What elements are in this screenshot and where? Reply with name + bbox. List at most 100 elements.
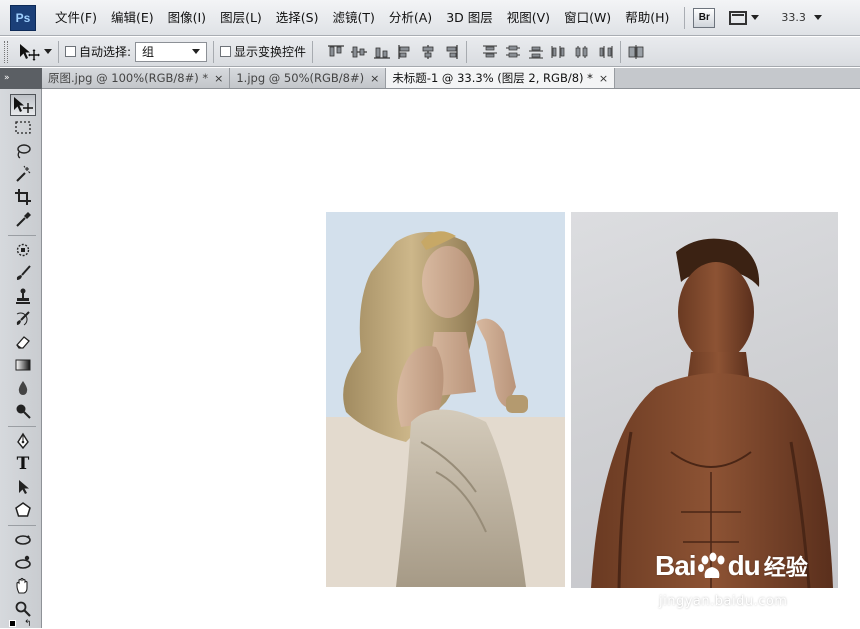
photo-layer-man[interactable] [571,212,838,588]
options-divider [466,40,468,63]
magic-wand-tool[interactable] [10,163,36,185]
path-select-arrow-icon [19,480,29,494]
blur-drop-icon [18,381,28,395]
menu-window[interactable]: 窗口(W) [557,7,618,29]
tab-label: 未标题-1 @ 33.3% (图层 2, RGB/8) * [392,71,593,85]
foreground-color-swatch[interactable] [9,620,16,627]
path-selection-tool[interactable] [10,476,36,498]
dodge-tool[interactable] [10,400,36,422]
tab-untitled-1[interactable]: 未标题-1 @ 33.3% (图层 2, RGB/8) * × [386,68,616,88]
man-photo-image [591,238,833,588]
close-icon[interactable]: × [214,72,223,85]
auto-select-target-select[interactable]: 组 [135,41,208,62]
photoshop-logo-icon: Ps [10,4,36,31]
checkbox-box[interactable] [65,46,76,57]
options-bar-grip[interactable] [4,40,8,63]
align-top-edges-icon[interactable] [327,44,345,60]
zoom-level-field[interactable]: 33.3 [781,11,822,24]
auto-select-checkbox[interactable]: 自动选择: [65,43,131,60]
lasso-tool[interactable] [10,140,36,162]
distribute-top-icon[interactable] [481,44,499,60]
baidu-jingyan-watermark: Bai du 经验 jingyan.baidu.com [655,536,855,616]
watermark-brand-right: du [727,550,761,581]
magic-wand-icon [16,165,31,182]
gradient-icon [15,359,31,371]
tab-original-jpg[interactable]: 原图.jpg @ 100%(RGB/8#) * × [42,68,231,88]
pen-tool[interactable] [10,430,36,452]
distribute-vertical-centers-icon[interactable] [504,44,522,60]
options-bar: 自动选择: 组 显示变换控件 [0,37,860,67]
toolbox: T ↰ [0,89,42,629]
gradient-tool[interactable] [10,354,36,376]
menu-3d-layer[interactable]: 3D 图层 [439,7,500,29]
watermark-brand-left: Bai [655,550,697,581]
photo-layer-woman[interactable] [326,212,565,587]
distribute-right-icon[interactable] [596,44,614,60]
toolbox-divider [8,525,36,526]
marquee-tool[interactable] [10,117,36,139]
zoom-tool[interactable] [10,598,36,620]
3d-orbit-tool[interactable] [10,552,36,574]
brush-tool[interactable] [10,262,36,284]
3d-rotate-tool[interactable] [10,529,36,551]
align-buttons [327,44,460,60]
align-bottom-edges-icon[interactable] [373,44,391,60]
pen-nib-icon [17,432,29,450]
distribute-horizontal-centers-icon[interactable] [573,44,591,60]
menu-select[interactable]: 选择(S) [269,7,326,29]
menu-items: 文件(F) 编辑(E) 图像(I) 图层(L) 选择(S) 滤镜(T) 分析(A… [48,7,676,29]
menu-view[interactable]: 视图(V) [500,7,557,29]
align-right-edges-icon[interactable] [442,44,460,60]
checkbox-box[interactable] [220,46,232,57]
document-canvas[interactable]: Bai du 经验 jingyan.baidu.com [43,90,860,628]
show-transform-controls-checkbox[interactable]: 显示变换控件 [220,43,306,60]
document-tabs: 原图.jpg @ 100%(RGB/8#) * × 1.jpg @ 50%(RG… [42,68,860,89]
spot-healing-tool[interactable] [10,239,36,261]
options-divider [213,40,215,63]
menu-help[interactable]: 帮助(H) [618,7,676,29]
eyedropper-icon [16,212,31,227]
close-icon[interactable]: × [599,72,608,85]
auto-select-target-value: 组 [142,45,155,59]
crop-icon [15,189,31,205]
menu-filter[interactable]: 滤镜(T) [325,7,381,29]
blur-tool[interactable] [10,377,36,399]
color-swatches[interactable]: ↰ [6,619,38,629]
align-left-edges-icon[interactable] [396,44,414,60]
eyedropper-tool[interactable] [10,209,36,231]
move-tool[interactable] [10,94,36,116]
type-tool[interactable]: T [10,453,36,475]
crop-tool[interactable] [10,186,36,208]
auto-align-layers-icon[interactable] [627,44,645,60]
tab-label: 1.jpg @ 50%(RGB/8#) [236,71,365,85]
history-brush-tool[interactable] [10,308,36,330]
menu-layer[interactable]: 图层(L) [213,7,269,29]
bridge-button[interactable]: Br [693,7,716,28]
hand-tool[interactable] [10,575,36,597]
tab-label: 原图.jpg @ 100%(RGB/8#) * [48,71,209,85]
tab-1-jpg[interactable]: 1.jpg @ 50%(RGB/8#) × [230,68,387,88]
align-vertical-centers-icon[interactable] [350,44,368,60]
screen-mode-button[interactable] [729,10,760,25]
menu-image[interactable]: 图像(I) [161,7,213,29]
zoom-level-value: 33.3 [781,11,806,24]
eraser-tool[interactable] [10,331,36,353]
shape-tool[interactable] [10,499,36,521]
healing-brush-icon [16,243,30,257]
tool-preset-picker[interactable] [18,43,52,61]
close-icon[interactable]: × [370,72,379,85]
3d-rotate-icon [15,535,31,545]
eraser-icon [16,336,30,349]
distribute-left-icon[interactable] [550,44,568,60]
menu-analysis[interactable]: 分析(A) [382,7,439,29]
align-horizontal-centers-icon[interactable] [419,44,437,60]
move-tool-icon [14,97,33,113]
chevron-down-icon [751,15,760,20]
panel-collapse-toggle[interactable]: » [0,68,42,89]
clone-stamp-tool[interactable] [10,285,36,307]
distribute-bottom-icon[interactable] [527,44,545,60]
toolbox-divider [8,235,36,236]
distribute-buttons [481,44,614,60]
menu-edit[interactable]: 编辑(E) [104,7,161,29]
menu-file[interactable]: 文件(F) [48,7,104,29]
